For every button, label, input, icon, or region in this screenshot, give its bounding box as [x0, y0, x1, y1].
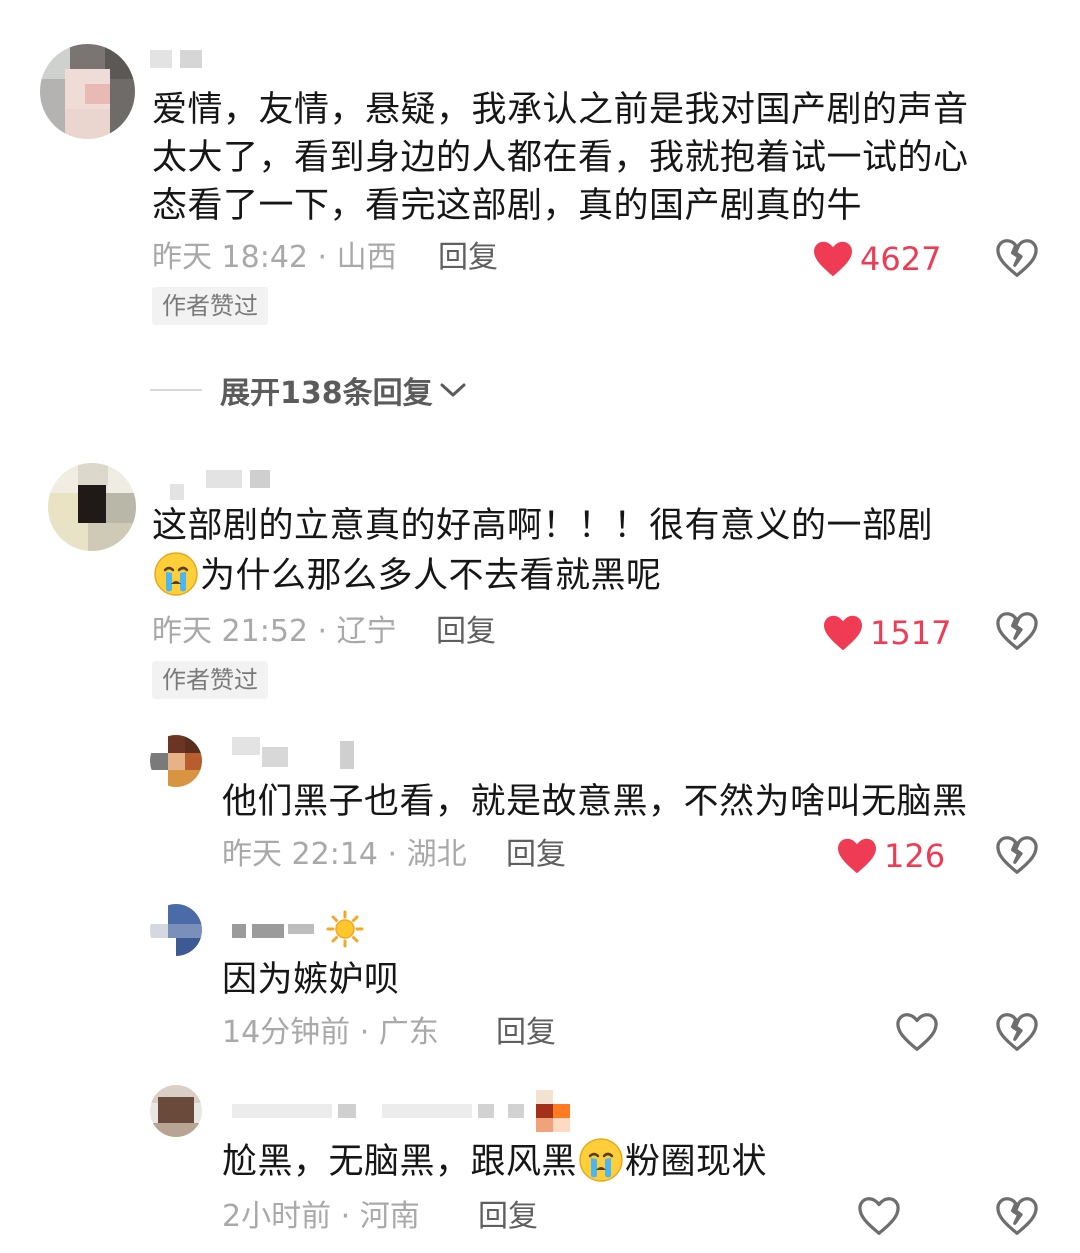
like-count: 1517 — [870, 614, 952, 652]
comment-meta: 昨天 18:42 · 山西 — [152, 240, 397, 275]
broken-heart-icon[interactable] — [995, 1012, 1039, 1052]
reply-meta: 2小时前 · 河南 — [222, 1199, 420, 1234]
broken-heart-icon[interactable] — [995, 835, 1039, 875]
heart-outline-icon[interactable] — [895, 1012, 939, 1052]
sun-emoji — [326, 910, 364, 948]
expand-replies-button[interactable]: 展开138条回复 — [150, 368, 467, 412]
reply-button[interactable]: 回复 — [496, 1013, 556, 1053]
username-badge — [536, 1090, 570, 1132]
avatar[interactable] — [48, 463, 136, 551]
reply-text: 因为嫉妒呗 — [222, 960, 400, 1000]
avatar[interactable] — [150, 1085, 202, 1137]
crying-face-emoji — [154, 552, 198, 596]
crying-face-emoji — [579, 1138, 623, 1182]
heart-outline-icon[interactable] — [857, 1196, 901, 1236]
reply-text: 尬黑，无脑黑，跟风黑 粉圈现状 — [222, 1138, 767, 1186]
reply-text: 他们黑子也看，就是故意黑，不然为啥叫无脑黑 — [222, 782, 968, 822]
username-blurred[interactable] — [150, 50, 210, 68]
avatar[interactable] — [40, 44, 135, 139]
author-liked-badge: 作者赞过 — [152, 661, 268, 699]
comment-text: 态看了一下，看完这部剧，真的国产剧真的牛 — [152, 186, 863, 226]
comment-text: 为什么那么多人不去看就黑呢 — [152, 552, 662, 600]
username-blurred[interactable] — [232, 1104, 532, 1122]
divider — [150, 389, 202, 391]
comment-text: 这部剧的立意真的好高啊！！！很有意义的一部剧 — [152, 506, 934, 546]
username-blurred[interactable] — [232, 737, 362, 769]
comment-text-tail: 为什么那么多人不去看就黑呢 — [200, 556, 662, 596]
reply-button[interactable]: 回复 — [438, 238, 498, 278]
broken-heart-icon[interactable] — [995, 238, 1039, 278]
reply-button[interactable]: 回复 — [436, 612, 496, 652]
broken-heart-icon[interactable] — [995, 1196, 1039, 1236]
reply-meta: 昨天 22:14 · 湖北 — [222, 837, 467, 872]
expand-replies-label: 展开138条回复 — [220, 376, 433, 411]
reply-text-tail: 粉圈现状 — [625, 1142, 768, 1182]
avatar[interactable] — [150, 904, 202, 956]
comment-meta: 昨天 21:52 · 辽宁 — [152, 614, 397, 649]
username-blurred[interactable] — [232, 920, 322, 938]
reply-meta: 14分钟前 · 广东 — [222, 1015, 439, 1050]
reply-text-head: 尬黑，无脑黑，跟风黑 — [222, 1142, 578, 1182]
heart-icon — [824, 615, 862, 651]
author-liked-badge: 作者赞过 — [152, 287, 268, 325]
like-button[interactable]: 126 — [836, 833, 945, 879]
reply-button[interactable]: 回复 — [478, 1197, 538, 1237]
broken-heart-icon[interactable] — [995, 611, 1039, 651]
comment-text: 爱情，友情，悬疑，我承认之前是我对国产剧的声音 — [152, 90, 969, 130]
reply-button[interactable]: 回复 — [506, 835, 566, 875]
avatar[interactable] — [150, 735, 202, 787]
comment-text: 太大了，看到身边的人都在看，我就抱着试一试的心 — [152, 138, 969, 178]
username-blurred[interactable] — [170, 470, 290, 500]
like-button[interactable]: 4627 — [812, 236, 941, 282]
like-button[interactable]: 1517 — [822, 610, 951, 656]
chevron-down-icon — [440, 383, 466, 397]
like-count: 126 — [884, 837, 946, 875]
heart-icon — [814, 241, 852, 277]
like-count: 4627 — [860, 240, 942, 278]
heart-icon — [838, 838, 876, 874]
